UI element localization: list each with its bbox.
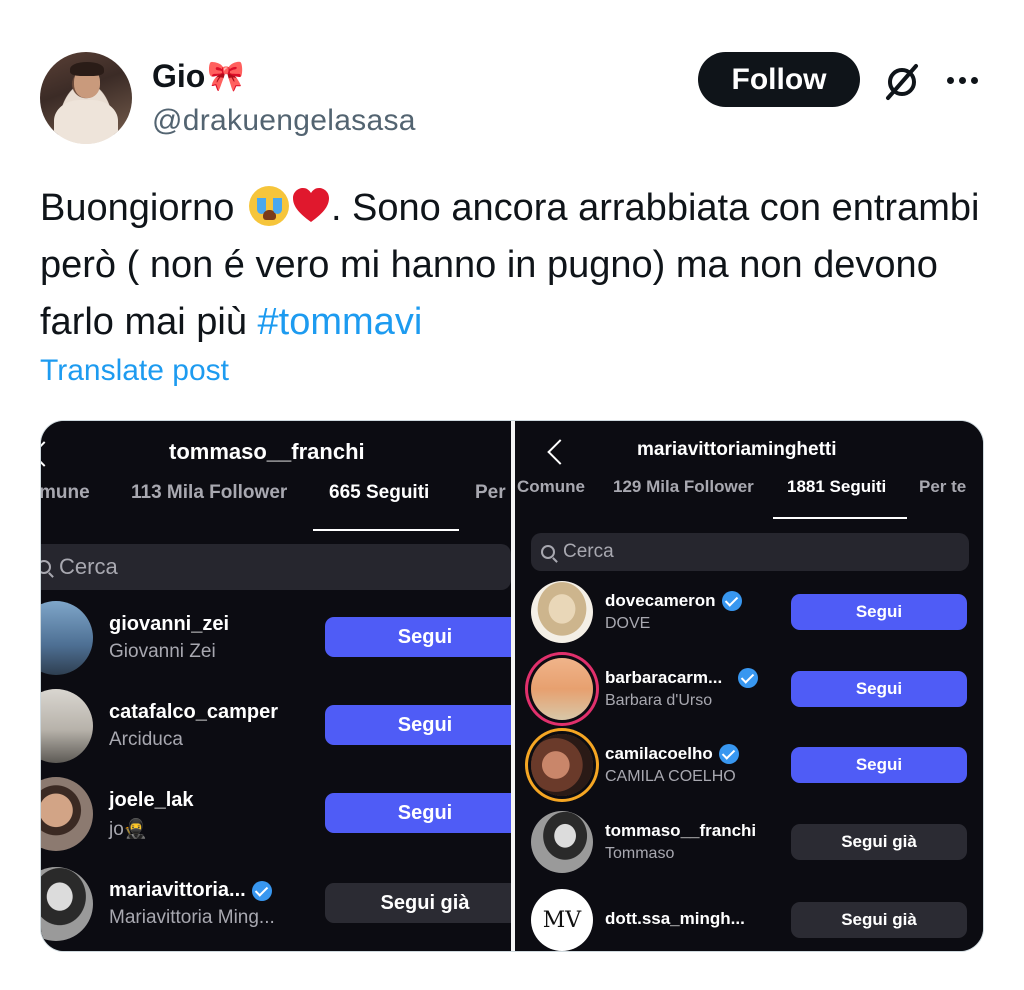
author-handle[interactable]: @drakuengelasasa (152, 104, 416, 138)
follow-button: Segui (791, 594, 967, 630)
username: dovecameron (605, 591, 742, 611)
tab-for-you: Per (475, 482, 506, 503)
follow-button: Segui (325, 793, 511, 833)
screenshot-right: mariavittoriaminghetti Comune 129 Mila F… (515, 421, 983, 951)
username: giovanni_zei (109, 613, 230, 635)
following-button: Segui già (791, 902, 967, 938)
tab-mutual: mune (41, 482, 90, 503)
username: barbaracarm... (605, 668, 759, 688)
full-name: Barbara d'Urso (605, 692, 713, 709)
attached-image[interactable]: tommaso__franchi mune 113 Mila Follower … (40, 420, 984, 952)
avatar (531, 581, 593, 643)
translate-post-link[interactable]: Translate post (40, 354, 229, 388)
avatar (531, 811, 593, 873)
search-placeholder: Cerca (563, 541, 614, 562)
author-name-text: Gio (152, 58, 206, 94)
tab-mutual: Comune (517, 477, 585, 496)
avatar-logo: MV (531, 889, 593, 951)
verified-badge-icon (721, 591, 742, 611)
red-heart-icon (292, 188, 329, 222)
avatar (41, 601, 93, 675)
full-name: Arciduca (109, 729, 183, 750)
username: camilacoelho (605, 744, 739, 764)
verified-badge-icon (251, 880, 272, 901)
avatar (41, 777, 93, 851)
author-display-name[interactable]: Gio 🎀 (152, 58, 245, 95)
author-avatar[interactable] (40, 52, 132, 144)
tab-followers: 129 Mila Follower (613, 477, 754, 496)
avatar (41, 689, 93, 763)
following-button: Segui già (791, 824, 967, 860)
full-name: jo🥷 (109, 819, 148, 840)
ribbon-bow-icon: 🎀 (207, 59, 245, 93)
verified-badge-icon (738, 668, 759, 688)
grok-icon[interactable] (880, 60, 924, 104)
back-arrow-icon (41, 441, 57, 467)
username: dott.ssa_mingh... (605, 909, 745, 928)
profile-title: tommaso__franchi (169, 439, 365, 464)
tab-followers: 113 Mila Follower (131, 482, 288, 503)
search-field: Cerca (41, 544, 511, 590)
follow-button[interactable]: Follow (698, 52, 860, 107)
follow-button: Segui (325, 705, 511, 745)
full-name: Giovanni Zei (109, 641, 216, 662)
verified-badge-icon (718, 744, 739, 764)
username: tommaso__franchi (605, 821, 757, 840)
tab-following: 665 Seguiti (329, 482, 430, 503)
loudly-crying-face-icon (248, 186, 289, 226)
full-name: Tommaso (605, 845, 675, 862)
full-name: Mariavittoria Ming... (109, 907, 275, 928)
tab-following: 1881 Seguiti (787, 477, 887, 496)
username: mariavittoria... (109, 879, 272, 902)
active-tab-underline (773, 517, 907, 519)
full-name: CAMILA COELHO (605, 768, 736, 785)
full-name: DOVE (605, 615, 651, 632)
avatar (531, 658, 593, 720)
search-placeholder: Cerca (59, 554, 118, 579)
username: catafalco_camper (109, 701, 278, 723)
following-button: Segui già (325, 883, 511, 923)
avatar (531, 734, 593, 796)
search-icon (541, 545, 555, 559)
tab-for-you: Per te (919, 477, 967, 496)
active-tab-underline (313, 529, 459, 531)
profile-title: mariavittoriaminghetti (637, 439, 837, 460)
search-field: Cerca (531, 533, 969, 571)
tweet-text-part1: Buongiorno (40, 187, 245, 229)
back-arrow-icon (547, 439, 573, 465)
hashtag-link[interactable]: #tommavi (258, 301, 423, 343)
screenshot-left: tommaso__franchi mune 113 Mila Follower … (41, 421, 511, 951)
search-icon (41, 560, 51, 574)
follow-button: Segui (791, 747, 967, 783)
avatar (41, 867, 93, 941)
follow-button: Segui (791, 671, 967, 707)
username: joele_lak (109, 789, 194, 811)
tweet-text: Buongiorno . Sono ancora arrabbiata con … (40, 180, 990, 351)
more-options-icon[interactable] (942, 62, 982, 98)
follow-button: Segui (325, 617, 511, 657)
